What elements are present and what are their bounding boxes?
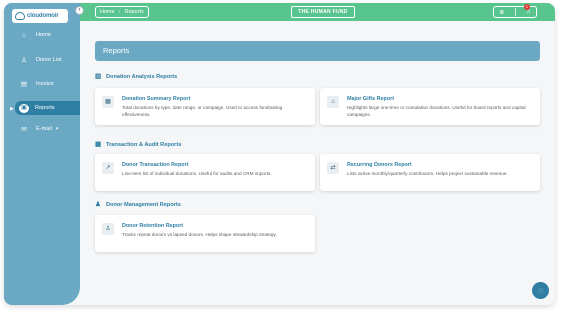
home-icon: ⌂ xyxy=(22,31,26,39)
sidebar-item-label: E-mail xyxy=(36,126,52,132)
card-description: Highlights large one-time or cumulative … xyxy=(347,105,526,117)
breadcrumb-current: Reports xyxy=(124,9,144,15)
users-icon: ♟ xyxy=(95,201,101,208)
user-check-icon: ♙ xyxy=(102,223,114,235)
chat-icon: ◌ xyxy=(538,286,543,295)
report-card-donor-retention[interactable]: ♙ Donor Retention Report Tracks repeat d… xyxy=(95,215,315,252)
sidebar: cloudomoir ⌂ Home ♙ Donor List ▤ Invoice… xyxy=(4,3,80,305)
card-description: Lists active monthly/quarterly contribut… xyxy=(347,171,508,176)
top-actions: ⊕ ♫ 1 xyxy=(493,4,537,18)
invoice-icon: ▤ xyxy=(20,81,28,88)
sidebar-item-home[interactable]: ⌂ Home xyxy=(4,28,80,42)
section-title-donor-management: ♟ Donor Management Reports xyxy=(95,201,181,208)
bar-chart-icon: ▥ xyxy=(95,73,102,80)
trending-up-icon: ↗ xyxy=(102,162,114,174)
document-icon: ▦ xyxy=(102,96,114,108)
sidebar-item-donor-list[interactable]: ♙ Donor List xyxy=(4,53,80,67)
sidebar-item-label: Home xyxy=(36,32,51,38)
chevron-right-icon: › xyxy=(118,9,121,15)
user-icon: ♙ xyxy=(21,57,27,64)
section-title-transaction-audit: ▦ Transaction & Audit Reports xyxy=(95,141,182,148)
sidebar-item-label: Invoice xyxy=(36,81,54,87)
card-description: Line-item list of individual donations. … xyxy=(122,171,272,176)
sidebar-item-reports[interactable]: ▣ Reports xyxy=(15,101,80,115)
logo[interactable]: cloudomoir xyxy=(12,9,68,23)
reports-icon: ▣ xyxy=(19,103,29,113)
card-title: Major Gifts Report xyxy=(347,96,395,102)
repeat-icon: ⇄ xyxy=(327,162,339,174)
card-title: Donation Summary Report xyxy=(122,96,191,102)
card-title: Donor Transaction Report xyxy=(122,162,189,168)
report-card-major-gifts[interactable]: ⌂ Major Gifts Report Highlights large on… xyxy=(320,88,540,125)
cloud-icon xyxy=(15,12,25,20)
topbar: Home › Reports THE HUMAN FUND ⊕ ♫ 1 xyxy=(80,3,555,21)
organization-name: THE HUMAN FUND xyxy=(291,6,355,18)
section-title-text: Donor Management Reports xyxy=(106,202,181,208)
active-indicator-icon: ▶ xyxy=(10,106,14,112)
table-icon: ▦ xyxy=(95,141,102,148)
breadcrumb-home[interactable]: Home xyxy=(100,9,115,15)
breadcrumb: Home › Reports xyxy=(95,6,149,18)
sidebar-item-label: Donor List xyxy=(36,57,62,63)
card-description: Tracks repeat donors vs lapsed donors. H… xyxy=(122,232,277,237)
section-title-text: Transaction & Audit Reports xyxy=(106,142,182,148)
section-title-text: Donation Analysis Reports xyxy=(106,74,178,80)
report-card-donor-transaction[interactable]: ↗ Donor Transaction Report Line-item lis… xyxy=(95,154,315,191)
report-card-recurring-donors[interactable]: ⇄ Recurring Donors Report Lists active m… xyxy=(320,154,540,191)
card-title: Recurring Donors Report xyxy=(347,162,412,168)
chevron-down-icon: ▾ xyxy=(55,126,59,132)
sidebar-item-email[interactable]: ✉ E-mail ▾ xyxy=(4,122,80,136)
chat-button[interactable]: ◌ xyxy=(532,282,549,299)
logo-text: cloudomoir xyxy=(27,13,59,19)
report-card-donation-summary[interactable]: ▦ Donation Summary Report Total donation… xyxy=(95,88,315,125)
page-title: Reports xyxy=(95,41,540,61)
globe-icon[interactable]: ⊕ xyxy=(499,9,504,16)
sidebar-item-label: Reports xyxy=(35,105,55,111)
card-description: Total donations by type, date range, or … xyxy=(122,105,283,117)
mail-icon: ✉ xyxy=(21,126,27,133)
bank-icon: ⌂ xyxy=(327,96,339,108)
divider xyxy=(514,8,516,16)
collapse-sidebar-button[interactable]: ‹ xyxy=(75,6,84,15)
card-title: Donor Retention Report xyxy=(122,223,184,229)
section-title-donation-analysis: ▥ Donation Analysis Reports xyxy=(95,73,178,80)
notification-badge: 1 xyxy=(524,4,530,10)
sidebar-item-invoice[interactable]: ▤ Invoice xyxy=(4,77,80,91)
